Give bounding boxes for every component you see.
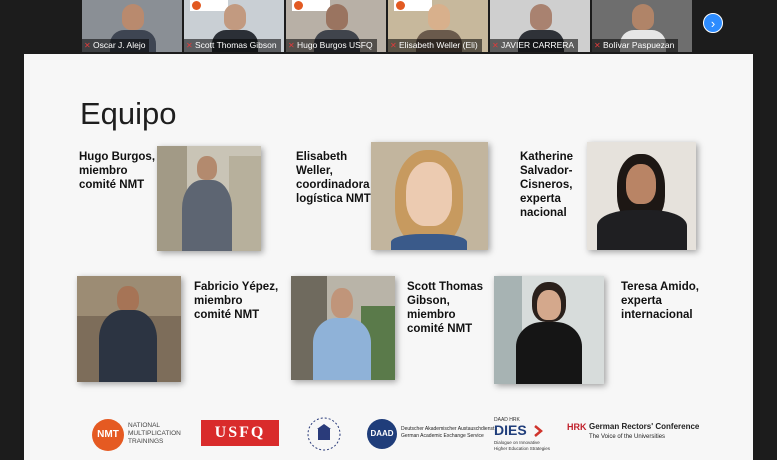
participant-tile[interactable]: ✕ Bolívar Paspuezan [592,0,692,52]
participant-name: Hugo Burgos USFQ [297,40,373,50]
member-caption: Teresa Amido, experta internacional [621,281,699,321]
mic-muted-icon: ✕ [84,41,91,50]
mic-muted-icon: ✕ [390,41,397,50]
member-caption: Katherine Salvador- Cisneros, experta na… [520,151,574,219]
hrk-logo: HRK German Rectors' Conference The Voice… [567,422,700,440]
participant-name: Bolívar Paspuezan [603,40,675,50]
participant-video-strip: ✕ Oscar J. Alejo ✕ Scott Thomas Gibson ✕ Hu… [0,0,777,53]
member-caption: Elisabeth Weller, coordinadora logística… [296,151,371,205]
usfq-logo: USFQ [201,420,279,446]
seal-icon [307,417,341,451]
daad-logo: DAAD Deutscher Akademischer Austauschdie… [367,417,494,451]
nmt-logo: NMT NATIONAL MULTIPLICATION TRAININGS [92,417,196,453]
dies-logo: DAAD HRK DIES Dialogue on Innovative Hig… [494,417,551,451]
member-photo [77,276,181,382]
member-caption: Scott Thomas Gibson, miembro comité NMT [407,281,484,335]
mic-muted-icon: ✕ [288,41,295,50]
mic-muted-icon: ✕ [186,41,193,50]
member-photo [494,276,604,384]
nmt-banner [394,0,432,11]
participant-name: Scott Thomas Gibson [195,40,277,50]
mic-muted-icon: ✕ [492,41,499,50]
participant-tile[interactable]: ✕ Oscar J. Alejo [82,0,182,52]
partner-logos-row: NMT NATIONAL MULTIPLICATION TRAININGS US… [24,414,753,460]
mic-muted-icon: ✕ [594,41,601,50]
slide-title: Equipo [80,96,177,131]
participant-tile[interactable]: ✕ JAVIER CARRERA [490,0,590,52]
chevron-right-icon: › [710,16,716,31]
participant-tile[interactable]: ✕ Scott Thomas Gibson [184,0,284,52]
member-photo [157,146,261,251]
chevron-right-icon [534,425,543,437]
shared-slide: Equipo Hugo Burgos, miembro comité NMT E… [24,54,753,460]
participant-name: JAVIER CARRERA [501,40,575,50]
member-photo [587,142,696,250]
participant-tile[interactable]: ✕ Hugo Burgos USFQ [286,0,386,52]
participant-name: Elisabeth Weller (Eli) [399,40,478,50]
member-caption: Hugo Burgos, miembro comité NMT [79,151,156,191]
university-seal-logo [306,416,342,452]
next-participants-button[interactable]: › [703,13,723,33]
member-photo [371,142,488,250]
member-caption: Fabricio Yépez, miembro comité NMT [194,281,279,321]
nmt-banner [190,0,228,11]
member-photo [291,276,395,380]
participant-name: Oscar J. Alejo [93,40,146,50]
nmt-banner [292,0,330,11]
participant-tile[interactable]: ✕ Elisabeth Weller (Eli) [388,0,488,52]
